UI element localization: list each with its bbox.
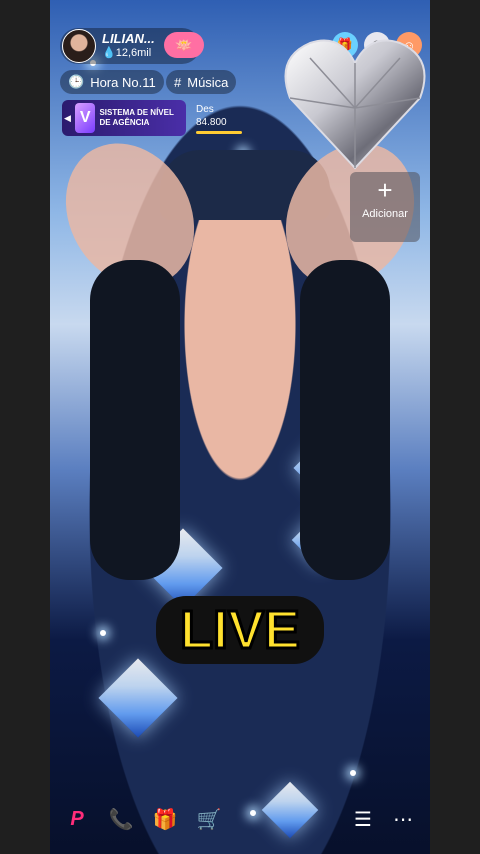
host-info-pill[interactable]: LILIAN... 💧12,6mil 🪷 <box>60 28 204 64</box>
challenge-value: 84.800 <box>196 117 227 128</box>
bottom-toolbar: P 📞 🎁 🛒 ☰ ⋯ <box>50 800 430 838</box>
challenge-widget[interactable]: Des 84.800 <box>196 103 242 134</box>
host-avatar[interactable] <box>62 29 96 63</box>
clock-icon: 🕒 <box>68 74 85 89</box>
live-stream-view[interactable]: LILIAN... 💧12,6mil 🪷 🎁 ◎ ☺ 🕒 Hora No.11 … <box>50 0 430 854</box>
category-label: Música <box>187 74 229 90</box>
host-name: LILIAN... <box>102 31 155 46</box>
live-sticker: LIVE <box>156 596 324 664</box>
category-pill[interactable]: # Música <box>166 70 237 94</box>
menu-icon[interactable]: ☰ <box>346 802 380 836</box>
more-icon[interactable]: ⋯ <box>386 802 420 836</box>
phone-icon[interactable]: 📞 <box>104 802 138 836</box>
diamond-heart-gift <box>284 39 426 170</box>
p-icon[interactable]: P <box>60 802 94 836</box>
follow-button[interactable]: 🪷 <box>164 32 204 58</box>
drop-icon: 💧 <box>102 47 116 59</box>
hashtag-icon: # <box>174 74 182 90</box>
hour-ranking-pill[interactable]: 🕒 Hora No.11 <box>60 70 164 94</box>
live-text: LIVE <box>180 600 300 660</box>
gift-icon[interactable]: 🎁 <box>148 802 182 836</box>
shop-cart-icon[interactable]: 🛒 <box>192 802 226 836</box>
plus-icon: + <box>377 175 393 205</box>
lotus-icon: 🪷 <box>175 36 193 53</box>
agency-banner-text: SISTEMA DE NÍVEL DE AGÊNCIA <box>99 108 174 127</box>
add-button[interactable]: + Adicionar <box>350 172 420 242</box>
challenge-progress <box>196 131 242 134</box>
challenge-label: Des <box>196 104 214 115</box>
add-label: Adicionar <box>362 208 408 220</box>
host-likes: 💧12,6mil <box>102 47 152 59</box>
hour-ranking-label: Hora No.11 <box>90 74 156 90</box>
agency-logo-icon: V <box>74 103 96 133</box>
agency-level-banner[interactable]: ◀ V SISTEMA DE NÍVEL DE AGÊNCIA <box>62 100 186 136</box>
left-arrow-icon[interactable]: ◀ <box>64 113 71 123</box>
